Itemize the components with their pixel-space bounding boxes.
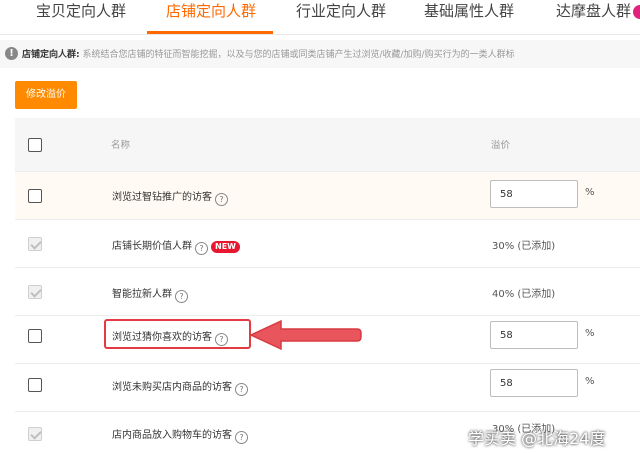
audience-name: 浏览未购买店内商品的访客? <box>112 378 248 396</box>
row-checkbox-disabled <box>28 427 42 441</box>
percent-unit: % <box>585 328 595 339</box>
percent-unit: % <box>585 376 595 387</box>
row-checkbox[interactable] <box>28 189 42 203</box>
table-row: 智能拉新人群? 40% (已添加) <box>15 268 640 316</box>
tab-dmp[interactable]: 达摩盘人群 <box>556 0 640 32</box>
select-all-checkbox[interactable] <box>28 138 42 152</box>
notice-text: 店铺定向人群: 系统结合您店铺的特征而智能挖掘，以及与您的店铺或同类店铺产生过浏… <box>22 47 638 60</box>
audience-name: 智能拉新人群? <box>112 285 188 303</box>
audience-name: 浏览过猜你喜欢的访客? <box>112 328 228 346</box>
tab-basic-attributes[interactable]: 基础属性人群 <box>424 0 514 32</box>
column-header-premium: 溢价 <box>491 140 511 151</box>
table-row: 浏览未购买店内商品的访客? % <box>15 364 640 412</box>
audience-name-label: 店内商品放入购物车的访客 <box>112 430 232 441</box>
audience-name-label: 浏览过猜你喜欢的访客 <box>112 332 212 343</box>
tab-item-targeting[interactable]: 宝贝定向人群 <box>36 0 126 32</box>
table-row: 浏览过智钻推广的访客? % <box>15 172 640 220</box>
active-tab-indicator <box>147 31 273 34</box>
row-checkbox[interactable] <box>28 329 42 343</box>
audience-table: 名称 溢价 浏览过智钻推广的访客? % 店铺长期价值人群?NEW 30% (已添… <box>15 118 640 454</box>
row-checkbox[interactable] <box>28 378 42 392</box>
premium-input[interactable] <box>490 369 578 397</box>
tab-shop-targeting[interactable]: 店铺定向人群 <box>166 0 256 32</box>
table-row: 店铺长期价值人群? NEW 30% (已添加) <box>15 220 640 268</box>
help-icon[interactable]: ? <box>215 333 228 346</box>
tab-dmp-label: 达摩盘人群 <box>556 2 632 20</box>
help-icon[interactable]: ? <box>235 431 248 444</box>
notice-bar: ! 店铺定向人群: 系统结合您店铺的特征而智能挖掘，以及与您的店铺或同类店铺产生… <box>0 40 640 68</box>
edit-premium-button[interactable]: 修改溢价 <box>15 81 77 109</box>
tab-badge-icon <box>633 4 640 19</box>
row-checkbox-disabled <box>28 285 42 299</box>
percent-unit: % <box>585 187 595 198</box>
tab-bar: 宝贝定向人群 店铺定向人群 行业定向人群 基础属性人群 达摩盘人群 <box>0 0 640 35</box>
audience-name: 浏览过智钻推广的访客? <box>112 188 228 206</box>
info-icon: ! <box>5 47 18 60</box>
help-icon[interactable]: ? <box>215 193 228 206</box>
audience-name-label: 浏览过智钻推广的访客 <box>112 192 212 203</box>
annotation-arrow-icon <box>249 319 362 351</box>
column-header-name: 名称 <box>111 140 131 151</box>
tab-industry-targeting[interactable]: 行业定向人群 <box>296 0 386 32</box>
watermark: 学买卖 @北海24度 <box>468 429 606 448</box>
table-header: 名称 溢价 <box>15 118 640 172</box>
row-checkbox-disabled <box>28 237 42 251</box>
premium-input[interactable] <box>490 321 578 349</box>
audience-name-label: 店铺长期价值人群 <box>112 241 192 252</box>
audience-name-label: 智能拉新人群 <box>112 289 172 300</box>
audience-name: 店内商品放入购物车的访客? <box>112 426 248 444</box>
help-icon[interactable]: ? <box>175 290 188 303</box>
audience-name: 店铺长期价值人群? NEW <box>112 237 240 255</box>
added-status: 30% (已添加) <box>492 241 556 252</box>
notice-title: 店铺定向人群: <box>22 50 80 60</box>
audience-name-label: 浏览未购买店内商品的访客 <box>112 382 232 393</box>
help-icon[interactable]: ? <box>195 242 208 255</box>
added-status: 40% (已添加) <box>492 289 556 300</box>
notice-description: 系统结合您店铺的特征而智能挖掘，以及与您的店铺或同类店铺产生过浏览/收藏/加购/… <box>82 50 515 60</box>
help-icon[interactable]: ? <box>235 383 248 396</box>
premium-input[interactable] <box>490 180 578 208</box>
new-badge: NEW <box>211 241 240 253</box>
